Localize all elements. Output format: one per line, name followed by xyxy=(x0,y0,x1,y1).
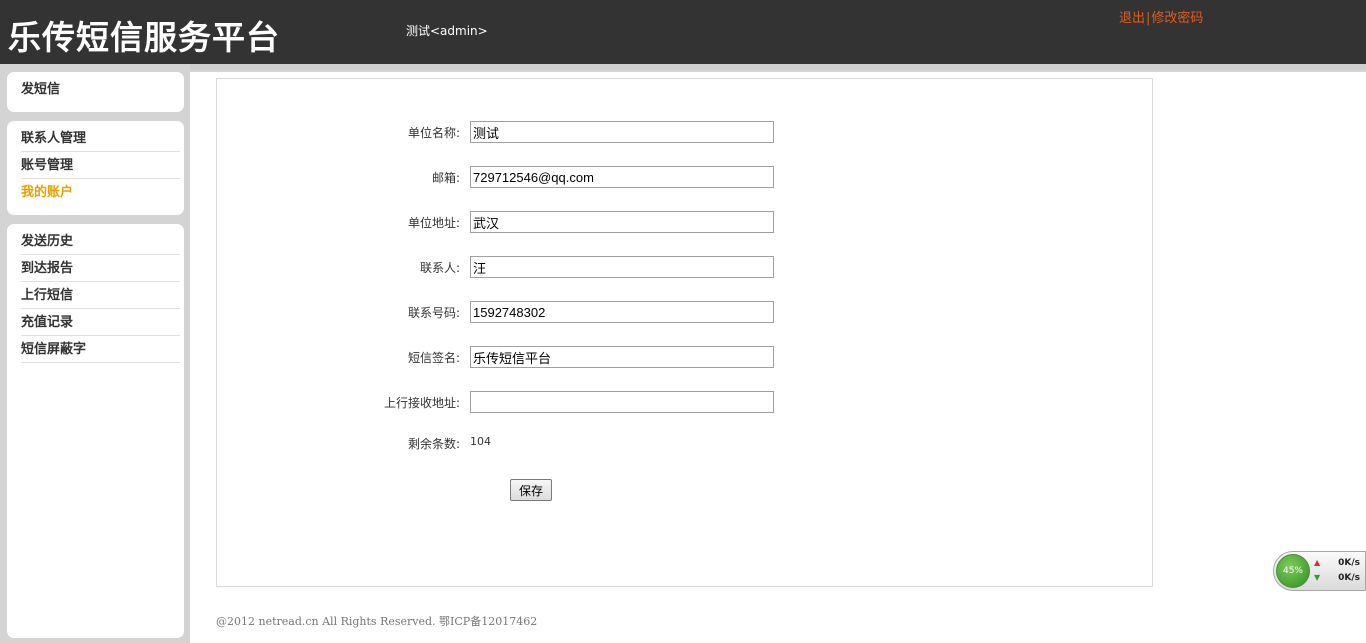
sidebar-item-recharge-records[interactable]: 充值记录 xyxy=(21,309,180,336)
company-address-label: 单位地址: xyxy=(407,216,460,230)
sidebar-item-accounts[interactable]: 账号管理 xyxy=(21,152,180,179)
email-label: 邮箱: xyxy=(431,171,460,185)
link-separator: | xyxy=(1146,11,1151,26)
sidebar-item-incoming-sms[interactable]: 上行短信 xyxy=(21,282,180,309)
contact-phone-label: 联系号码: xyxy=(407,306,460,320)
top-header: 乐传短信服务平台 测试<admin> 退出|修改密码 xyxy=(0,0,1366,64)
contact-person-input[interactable] xyxy=(470,256,774,278)
sidebar-item-my-account[interactable]: 我的账户 xyxy=(21,179,180,206)
company-name-input[interactable] xyxy=(470,121,774,143)
logout-link[interactable]: 退出 xyxy=(1119,11,1145,26)
network-speed-widget[interactable]: 45% ▲ 0K/s ▼ 0K/s xyxy=(1273,551,1366,591)
change-password-link[interactable]: 修改密码 xyxy=(1151,11,1203,26)
form-row-company-name: 单位名称: xyxy=(217,121,1154,143)
remaining-count-label: 剩余条数: xyxy=(407,437,460,451)
company-name-label: 单位名称: xyxy=(407,126,460,140)
main-content: 单位名称: 邮箱: 单位地址: 联系人: 联系号码: 短信签名: 上行接收地址: xyxy=(190,72,1366,643)
sidebar: 发短信 联系人管理 账号管理 我的账户 发送历史 到达报告 上行短信 充值记录 … xyxy=(0,64,190,643)
form-row-sms-signature: 短信签名: xyxy=(217,346,1154,368)
sidebar-item-delivery-report[interactable]: 到达报告 xyxy=(21,255,180,282)
form-row-contact-person: 联系人: xyxy=(217,256,1154,278)
sidebar-item-contacts[interactable]: 联系人管理 xyxy=(21,125,180,152)
arrow-up-icon: ▲ xyxy=(1314,558,1321,567)
company-address-input[interactable] xyxy=(470,211,774,233)
contact-person-label: 联系人: xyxy=(419,261,460,275)
form-row-email: 邮箱: xyxy=(217,166,1154,188)
incoming-address-input[interactable] xyxy=(470,391,774,413)
sidebar-item-blocked-words[interactable]: 短信屏蔽字 xyxy=(21,336,180,363)
save-button[interactable]: 保存 xyxy=(510,479,552,501)
form-row-remaining: 剩余条数: 104 xyxy=(217,432,1154,454)
top-links: 退出|修改密码 xyxy=(1119,7,1203,26)
footer-copyright: @2012 netread.cn All Rights Reserved. 鄂I… xyxy=(216,615,538,628)
current-user: 测试<admin> xyxy=(406,24,488,38)
sidebar-item-send-history[interactable]: 发送历史 xyxy=(21,228,180,255)
sidebar-group-account: 联系人管理 账号管理 我的账户 xyxy=(7,121,184,215)
incoming-address-label: 上行接收地址: xyxy=(383,396,460,410)
sidebar-item-send-sms[interactable]: 发短信 xyxy=(21,72,180,108)
sms-signature-input[interactable] xyxy=(470,346,774,368)
download-speed-value: 0K/s xyxy=(1338,573,1360,583)
header-strip xyxy=(0,64,1366,70)
sidebar-group-records: 发送历史 到达报告 上行短信 充值记录 短信屏蔽字 xyxy=(7,224,184,638)
contact-phone-input[interactable] xyxy=(470,301,774,323)
sidebar-group-send: 发短信 xyxy=(7,72,184,112)
account-form-panel: 单位名称: 邮箱: 单位地址: 联系人: 联系号码: 短信签名: 上行接收地址: xyxy=(216,78,1153,587)
app-title: 乐传短信服务平台 xyxy=(8,18,280,57)
usage-percent-gauge: 45% xyxy=(1276,554,1310,588)
upload-speed-value: 0K/s xyxy=(1338,558,1360,568)
sms-signature-label: 短信签名: xyxy=(407,351,460,365)
remaining-count-value: 104 xyxy=(470,435,491,448)
email-input[interactable] xyxy=(470,166,774,188)
arrow-down-icon: ▼ xyxy=(1314,573,1321,582)
form-row-company-address: 单位地址: xyxy=(217,211,1154,233)
form-row-contact-phone: 联系号码: xyxy=(217,301,1154,323)
form-row-incoming-address: 上行接收地址: xyxy=(217,391,1154,413)
